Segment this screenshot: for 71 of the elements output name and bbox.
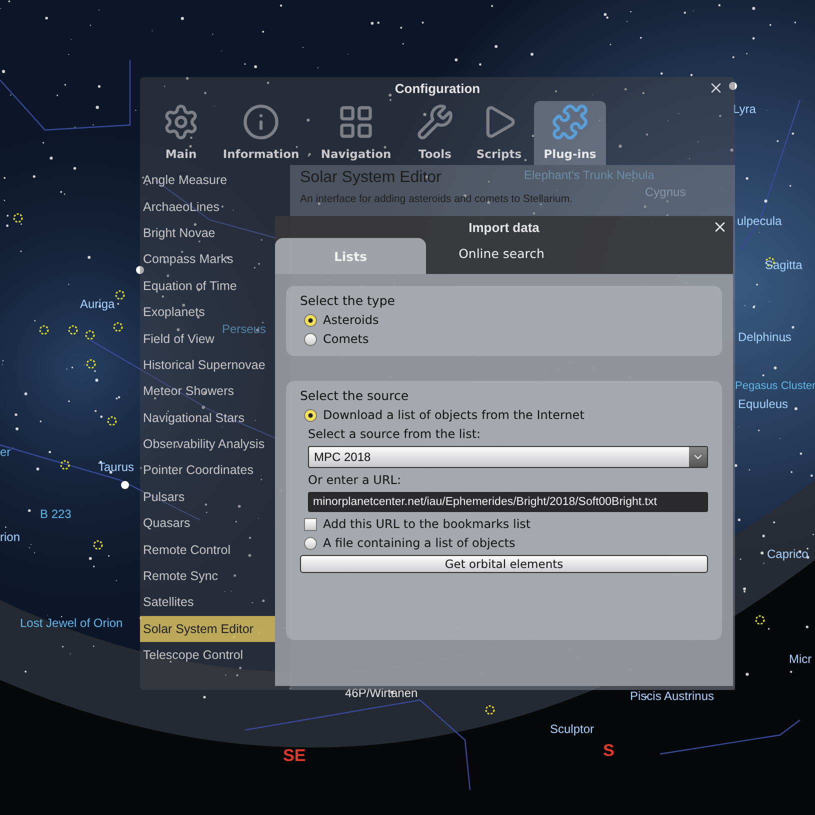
radio-label: Asteroids — [323, 313, 379, 327]
sky-label: Cygnus — [645, 185, 686, 199]
plugin-list-item[interactable]: Satellites — [140, 589, 196, 616]
get-orbital-elements-button[interactable]: Get orbital elements — [300, 555, 708, 573]
plugin-list-item[interactable]: Field of View — [140, 325, 216, 352]
tools-icon — [416, 103, 454, 141]
sky-label: 46P/Wirtanen — [345, 686, 418, 700]
radio-button[interactable] — [304, 314, 317, 326]
plugin-list-item[interactable]: Solar System Editor — [140, 616, 275, 642]
radio-button[interactable] — [304, 332, 317, 346]
plugin-description: An interface for adding asteroids and comets to Stellarium. — [300, 193, 573, 205]
plugin-list-item[interactable]: Remote Sync — [140, 562, 220, 590]
plugin-list-item[interactable]: Observability Analysis — [140, 430, 267, 458]
plugin-list-item[interactable]: Historical Supernovae — [140, 352, 268, 378]
checkbox[interactable] — [304, 518, 317, 530]
sky-label: Caprico — [767, 547, 808, 561]
sky-label: er — [0, 445, 11, 459]
sky-label: rion — [0, 530, 20, 544]
radio-button[interactable] — [304, 536, 317, 550]
sky-label: B 223 — [40, 507, 72, 521]
plugin-list-item[interactable]: Compass Marks — [140, 246, 236, 273]
sky-label: Lost Jewel of Orion — [20, 616, 123, 630]
sky-label: ulpecula — [737, 214, 782, 228]
sky-label: Lyra — [733, 102, 756, 116]
sky-label: Perseus — [222, 322, 266, 336]
grid-icon — [337, 103, 375, 141]
plugin-list-item[interactable]: Navigational Stars — [140, 404, 246, 431]
plugin-title: Solar System Editor — [300, 169, 442, 187]
radio-label: A file containing a list of objects — [323, 536, 516, 550]
plugin-list-item[interactable]: Telescope Control — [140, 642, 246, 668]
sky-label: Auriga — [80, 297, 115, 311]
sky-label: Delphinus — [738, 330, 792, 344]
plugin-list-item[interactable]: Meteor Showers — [140, 378, 236, 405]
plugin-list-item[interactable]: Remote Control — [140, 536, 233, 563]
radio-label: Comets — [323, 332, 369, 346]
plugin-list-item[interactable]: Pointer Coordinates — [140, 457, 256, 484]
plugin-list-item[interactable]: Equation of Time — [140, 272, 239, 299]
field-label: Select a source from the list: — [307, 427, 482, 441]
config-tab[interactable]: Tools — [406, 101, 464, 165]
dialog-title: Import data — [468, 220, 540, 234]
compass-direction-label: SE — [283, 746, 306, 766]
group-title: Select the source — [300, 388, 410, 403]
puzzle-icon — [551, 103, 589, 141]
plugin-list-item[interactable]: Quasars — [140, 510, 192, 536]
window-title: Configuration — [394, 80, 480, 96]
sky-label: Sculptor — [550, 722, 594, 736]
compass-direction-label: S — [603, 741, 614, 761]
source-dropdown[interactable]: MPC 2018 — [308, 446, 708, 468]
config-tab[interactable]: Scripts — [468, 101, 530, 165]
url-input-field[interactable]: minorplanetcenter.net/iau/Ephemerides/Bright/2018/Soft00Bright.txt — [308, 492, 708, 512]
sky-label: Equuleus — [738, 397, 788, 411]
plugin-list-item[interactable]: ArchaeoLines — [140, 193, 222, 220]
config-tab[interactable]: Main — [150, 101, 212, 165]
sky-label: Micr — [789, 652, 812, 666]
config-tab[interactable]: Navigation — [310, 101, 402, 165]
radio-button[interactable] — [304, 408, 317, 422]
dialog-tab[interactable]: Online search — [426, 238, 577, 268]
sky-label: Taurus — [98, 460, 134, 474]
radio-label: Download a list of objects from the Internet — [323, 408, 584, 422]
info-icon — [242, 103, 280, 141]
sky-label: Piscis Austrinus — [630, 689, 714, 703]
plugin-list-item[interactable]: Angle Measure — [140, 167, 230, 194]
config-tab[interactable]: Information — [216, 101, 306, 165]
checkbox-label: Add this URL to the bookmarks list — [323, 517, 531, 531]
sky-label: Sagitta — [765, 258, 802, 272]
plugin-list-item[interactable]: Bright Novae — [140, 220, 218, 246]
plugin-list-item[interactable]: Pulsars — [140, 484, 187, 510]
group-title: Select the type — [300, 293, 396, 308]
field-label: Or enter a URL: — [307, 473, 402, 487]
plugin-list-item[interactable]: Exoplanets — [140, 298, 207, 326]
config-tab[interactable]: Plug-ins — [534, 101, 606, 165]
